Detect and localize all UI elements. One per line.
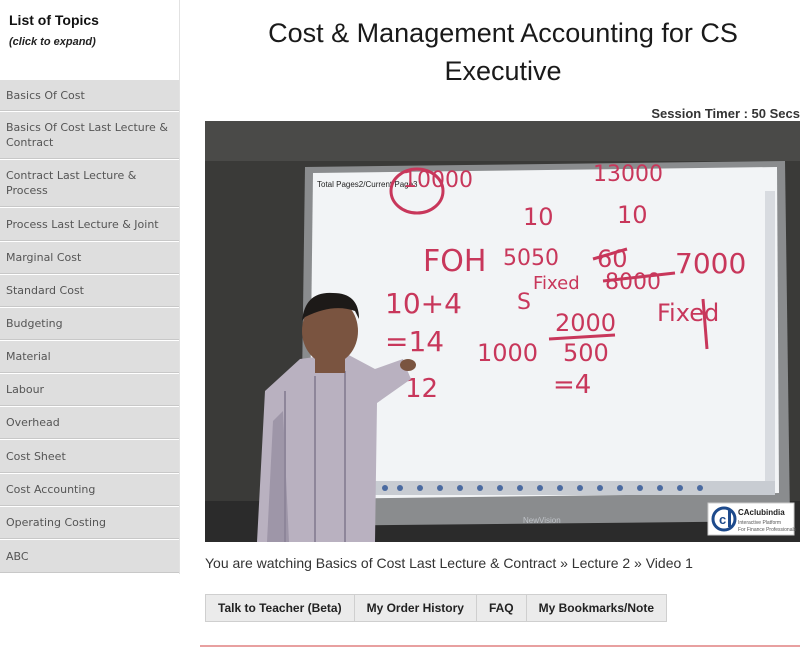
svg-text:Fixed: Fixed — [657, 299, 719, 327]
topic-operating-costing[interactable]: Operating Costing — [0, 506, 179, 539]
video-frame: NewVision Total Pages2/Current Page3 100… — [205, 121, 800, 542]
svg-text:5050: 5050 — [503, 246, 559, 271]
svg-text:13000: 13000 — [593, 162, 663, 187]
svg-text:10000: 10000 — [403, 168, 473, 193]
svg-text:=4: =4 — [553, 370, 591, 400]
svg-text:=14: =14 — [385, 325, 444, 358]
svg-text:10+4: 10+4 — [385, 287, 462, 320]
topic-marginal-cost[interactable]: Marginal Cost — [0, 241, 179, 274]
order-history-button[interactable]: My Order History — [355, 595, 477, 621]
svg-text:c: c — [719, 512, 726, 527]
topic-cost-sheet[interactable]: Cost Sheet — [0, 439, 179, 473]
svg-text:8000: 8000 — [605, 270, 661, 295]
topic-labour[interactable]: Labour — [0, 373, 179, 406]
topic-basics-of-cost[interactable]: Basics Of Cost — [0, 79, 179, 111]
sidebar-subtitle: (click to expand) — [9, 36, 96, 48]
topic-cost-accounting[interactable]: Cost Accounting — [0, 473, 179, 506]
topic-process-last-lecture-joint[interactable]: Process Last Lecture & Joint — [0, 207, 179, 241]
faq-button[interactable]: FAQ — [477, 595, 527, 621]
action-buttons: Talk to Teacher (Beta) My Order History … — [205, 594, 667, 622]
topics-sidebar: List of Topics (click to expand) Basics … — [0, 0, 180, 574]
caclubindia-logo: c CAclubindia Interactive Platform For F… — [707, 502, 797, 536]
talk-to-teacher-button[interactable]: Talk to Teacher (Beta) — [206, 595, 355, 621]
topic-material[interactable]: Material — [0, 340, 179, 373]
svg-text:For Finance Professionals: For Finance Professionals — [738, 527, 797, 533]
svg-text:10: 10 — [523, 203, 554, 231]
board-side-toolbar — [765, 191, 775, 481]
now-watching-breadcrumb: You are watching Basics of Cost Last Lec… — [205, 555, 693, 571]
svg-text:1000: 1000 — [477, 339, 538, 367]
topic-abc[interactable]: ABC — [0, 539, 179, 573]
sidebar-header[interactable]: List of Topics (click to expand) — [0, 0, 179, 78]
topic-overhead[interactable]: Overhead — [0, 406, 179, 439]
session-timer: Session Timer : 50 Secs — [651, 106, 800, 121]
video-player[interactable]: NewVision Total Pages2/Current Page3 100… — [205, 121, 800, 542]
topic-contract-last-lecture-process[interactable]: Contract Last Lecture & Process — [0, 159, 179, 207]
svg-text:CAclubindia: CAclubindia — [738, 508, 785, 517]
board-brand: NewVision — [523, 516, 561, 525]
svg-text:Interactive Platform: Interactive Platform — [738, 520, 781, 526]
svg-text:FOH: FOH — [423, 244, 486, 279]
topic-basics-of-cost-last-lecture-contract[interactable]: Basics Of Cost Last Lecture & Contract — [0, 111, 179, 159]
topic-budgeting[interactable]: Budgeting — [0, 307, 179, 340]
topic-standard-cost[interactable]: Standard Cost — [0, 274, 179, 307]
svg-text:Fixed: Fixed — [533, 273, 580, 294]
svg-text:S: S — [517, 290, 531, 315]
svg-text:10: 10 — [617, 201, 648, 229]
sidebar-title[interactable]: List of Topics — [9, 12, 179, 28]
bottom-divider — [200, 645, 800, 647]
page-title: Cost & Management Accounting for CS Exec… — [268, 18, 738, 86]
bookmarks-button[interactable]: My Bookmarks/Note — [527, 595, 666, 621]
svg-text:7000: 7000 — [675, 247, 746, 280]
svg-text:2000: 2000 — [555, 309, 616, 337]
svg-text:500: 500 — [563, 339, 609, 367]
